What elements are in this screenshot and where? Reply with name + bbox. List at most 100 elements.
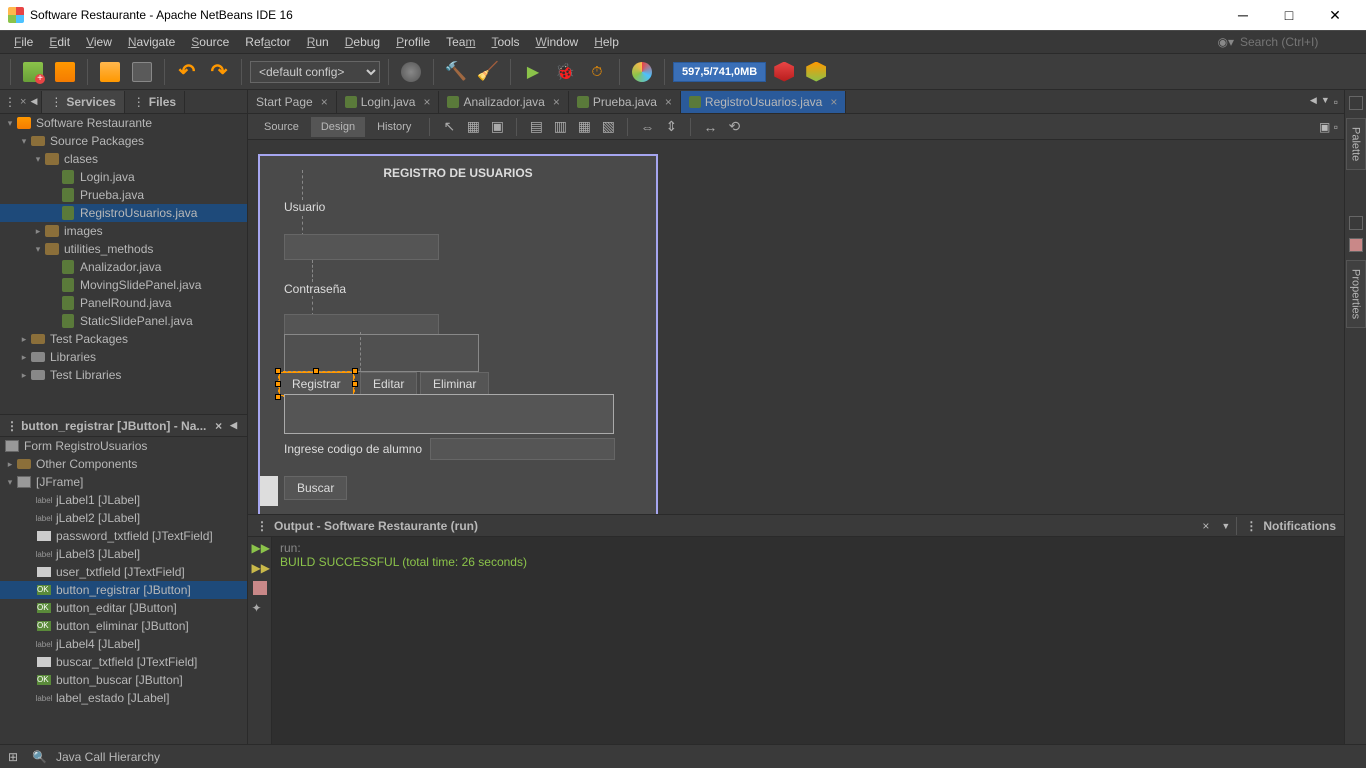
editor-tab[interactable]: Start Page× (248, 91, 337, 113)
maximize-button[interactable]: □ (1266, 0, 1312, 30)
clean-build-button[interactable]: 🧹 (474, 58, 502, 86)
selection-mode-icon[interactable]: ↖ (438, 116, 460, 138)
build-button[interactable]: 🔨 (442, 58, 470, 86)
navigator-item[interactable]: OKbutton_buscar [JButton] (0, 671, 247, 689)
services-tab[interactable]: ⋮Services (42, 91, 124, 113)
navigator-min[interactable]: ◀ (226, 420, 241, 431)
project-tree[interactable]: ▾Software Restaurante ▾Source Packages ▾… (0, 114, 247, 414)
palette-tab[interactable]: Palette (1346, 118, 1366, 170)
usuario-input[interactable] (284, 234, 439, 260)
tab-nav-left-icon[interactable]: ◀ (1310, 95, 1317, 109)
navigator-item[interactable]: labeljLabel3 [JLabel] (0, 545, 247, 563)
resize-v-icon[interactable]: ⟲ (723, 116, 745, 138)
center-v-icon[interactable]: ⇕ (660, 116, 682, 138)
search-input[interactable] (1240, 35, 1360, 49)
new-project-button[interactable] (51, 58, 79, 86)
menu-view[interactable]: View (78, 32, 120, 52)
menu-navigate[interactable]: Navigate (120, 32, 183, 52)
editor-tab[interactable]: Login.java× (337, 91, 440, 113)
align-right-icon[interactable]: ▥ (549, 116, 571, 138)
navigator-item[interactable]: OKbutton_registrar [JButton] (0, 581, 247, 599)
status-search-icon[interactable]: 🔍 (32, 750, 46, 764)
notifications-tab[interactable]: ⋮Notifications (1237, 516, 1344, 536)
output-tab[interactable]: ⋮Output - Software Restaurante (run) (248, 516, 492, 536)
rerun-icon[interactable]: ▶▶ (252, 541, 268, 555)
save-all-button[interactable] (128, 58, 156, 86)
navigator-item[interactable]: OKbutton_eliminar [JButton] (0, 617, 247, 635)
navigator-item[interactable]: labellabel_estado [JLabel] (0, 689, 247, 707)
navigator-item[interactable]: OKbutton_editar [JButton] (0, 599, 247, 617)
navigator-item[interactable]: password_txtfield [JTextField] (0, 527, 247, 545)
panel-component[interactable] (284, 334, 479, 372)
stop-icon[interactable] (253, 581, 267, 595)
palette-toggle-icon[interactable] (1349, 96, 1363, 110)
config-select[interactable]: <default config> (250, 61, 380, 83)
output-min[interactable]: ▼ (1215, 521, 1236, 531)
align-left-icon[interactable]: ▤ (525, 116, 547, 138)
menu-profile[interactable]: Profile (388, 32, 438, 52)
connection-mode-icon[interactable]: ▦ (462, 116, 484, 138)
run-button[interactable]: ▶ (519, 58, 547, 86)
menu-team[interactable]: Team (438, 32, 483, 52)
panel-large[interactable] (284, 394, 614, 434)
preview-icon[interactable]: ▣ (486, 116, 508, 138)
close-tab-icon[interactable]: × (553, 95, 560, 109)
menu-run[interactable]: Run (299, 32, 337, 52)
menu-file[interactable]: File (6, 32, 41, 52)
properties-toggle2-icon[interactable] (1349, 238, 1363, 252)
source-view-tab[interactable]: Source (254, 117, 309, 137)
cube2-button[interactable] (802, 58, 830, 86)
cube1-button[interactable] (770, 58, 798, 86)
undo-button[interactable]: ↶ (173, 58, 201, 86)
properties-toggle-icon[interactable] (1349, 216, 1363, 230)
files-tab[interactable]: ⋮Files (125, 91, 185, 113)
center-h-icon[interactable]: ⇔ (636, 116, 658, 138)
status-pin-icon[interactable]: ⊞ (8, 750, 22, 764)
menu-edit[interactable]: Edit (41, 32, 78, 52)
properties-tab[interactable]: Properties (1346, 260, 1366, 328)
status-hierarchy[interactable]: Java Call Hierarchy (56, 750, 160, 764)
menu-window[interactable]: Window (528, 32, 587, 52)
tab-nav-down-icon[interactable]: ▼ (1321, 95, 1330, 109)
settings-icon[interactable]: ✦ (252, 601, 268, 615)
memory-indicator[interactable]: 597,5/741,0MB (673, 62, 766, 82)
form-canvas[interactable]: REGISTRO DE USUARIOS Usuario Contraseña … (258, 154, 658, 514)
navigator-item[interactable]: user_txtfield [JTextField] (0, 563, 247, 581)
chart-button[interactable] (628, 58, 656, 86)
globe-button[interactable] (397, 58, 425, 86)
close-tab-icon[interactable]: × (423, 95, 430, 109)
form-designer[interactable]: REGISTRO DE USUARIOS Usuario Contraseña … (248, 140, 1344, 514)
resize-h-icon[interactable]: ↔ (699, 116, 721, 138)
navigator-item[interactable]: labeljLabel1 [JLabel] (0, 491, 247, 509)
output-text[interactable]: run: BUILD SUCCESSFUL (total time: 26 se… (272, 537, 1344, 744)
profile-button[interactable]: ⏱ (583, 58, 611, 86)
close-button[interactable]: ✕ (1312, 0, 1358, 30)
designer-toggle1-icon[interactable]: ▣ (1319, 120, 1330, 134)
rerun2-icon[interactable]: ▶▶ (252, 561, 268, 575)
projects-tab-left[interactable]: ⋮×◀ (0, 91, 42, 113)
registrar-button[interactable]: Registrar (279, 372, 354, 396)
editor-tab[interactable]: RegistroUsuarios.java× (681, 91, 846, 113)
menu-tools[interactable]: Tools (483, 32, 527, 52)
navigator-tree[interactable]: Form RegistroUsuarios ▸Other Components … (0, 437, 247, 744)
output-close[interactable]: × (1196, 519, 1215, 533)
tab-max-icon[interactable]: ▫ (1334, 95, 1338, 109)
designer-toggle2-icon[interactable]: ▫ (1334, 120, 1338, 134)
redo-button[interactable]: ↷ (205, 58, 233, 86)
eliminar-button[interactable]: Eliminar (420, 372, 489, 396)
minimize-button[interactable]: ─ (1220, 0, 1266, 30)
navigator-item[interactable]: buscar_txtfield [JTextField] (0, 653, 247, 671)
menu-debug[interactable]: Debug (337, 32, 388, 52)
buscar-input[interactable] (430, 438, 615, 460)
align-top-icon[interactable]: ▦ (573, 116, 595, 138)
align-bottom-icon[interactable]: ▧ (597, 116, 619, 138)
design-view-tab[interactable]: Design (311, 117, 365, 137)
close-tab-icon[interactable]: × (830, 95, 837, 109)
editor-tab[interactable]: Analizador.java× (439, 91, 568, 113)
close-tab-icon[interactable]: × (321, 95, 328, 109)
menu-source[interactable]: Source (183, 32, 237, 52)
debug-button[interactable]: 🐞 (551, 58, 579, 86)
editor-tab[interactable]: Prueba.java× (569, 91, 681, 113)
menu-help[interactable]: Help (586, 32, 627, 52)
new-file-button[interactable] (19, 58, 47, 86)
